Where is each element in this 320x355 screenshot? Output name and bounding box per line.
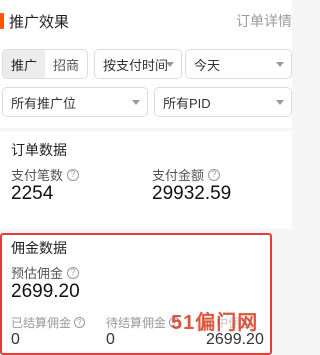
promo-position-select[interactable]: 所有推广位 bbox=[2, 87, 148, 117]
pending-commission-label: 待结算佣金 ? bbox=[106, 314, 181, 331]
settled-commission-label-text: 已结算佣金 bbox=[11, 316, 72, 330]
segment-merchant[interactable]: 招商 bbox=[45, 50, 87, 78]
pay-amount-label: 支付金额 ? bbox=[152, 165, 221, 184]
order-data-title: 订单数据 bbox=[11, 142, 67, 158]
caret-down-icon bbox=[276, 62, 284, 67]
type-segmented-control: 推广 招商 bbox=[2, 49, 88, 79]
pending-commission-label-text: 待结算佣金 bbox=[106, 316, 167, 330]
date-range-select[interactable]: 今天 bbox=[185, 49, 292, 79]
segment-promotion[interactable]: 推广 bbox=[3, 50, 45, 78]
help-icon[interactable]: ? bbox=[74, 317, 86, 328]
commission-data-title: 佣金数据 bbox=[11, 240, 67, 256]
accent-bar bbox=[0, 13, 4, 29]
order-details-link[interactable]: 订单详情 bbox=[236, 11, 292, 31]
pay-count-label-text: 支付笔数 bbox=[11, 168, 64, 183]
help-icon[interactable]: ? bbox=[67, 266, 80, 279]
pid-label: 所有PID bbox=[163, 95, 211, 111]
pay-amount-label-text: 支付金额 bbox=[152, 168, 205, 183]
pay-amount-value: 29932.59 bbox=[152, 183, 232, 204]
pay-count-value: 2254 bbox=[11, 183, 54, 204]
filter-card: 推广效果 订单详情 推广 招商 按支付时间 今天 所有推广位 所有PID bbox=[0, 0, 292, 128]
pay-time-label: 按支付时间 bbox=[103, 57, 169, 73]
estimated-commission-value: 2699.20 bbox=[11, 281, 80, 302]
estimated-commission-label: 预估佣金 ? bbox=[11, 263, 80, 282]
promo-position-label: 所有推广位 bbox=[11, 95, 77, 111]
watermark: 51偏门网 bbox=[171, 312, 259, 334]
caret-down-icon bbox=[166, 62, 174, 67]
pending-commission-value: 0 bbox=[106, 331, 115, 348]
settled-commission-value: 0 bbox=[11, 331, 20, 348]
caret-down-icon bbox=[276, 100, 284, 105]
help-icon[interactable]: ? bbox=[208, 168, 221, 181]
header: 推广效果 订单详情 bbox=[0, 0, 292, 42]
order-data-card: 订单数据 支付笔数 ? 2254 支付金额 ? 29932.59 bbox=[0, 131, 292, 229]
pay-time-select[interactable]: 按支付时间 bbox=[94, 49, 182, 79]
caret-down-icon bbox=[132, 100, 140, 105]
commission-data-card: 佣金数据 预估佣金 ? 2699.20 已结算佣金 ? 0 待结算佣金 ? 0 … bbox=[0, 233, 272, 355]
pid-select[interactable]: 所有PID bbox=[154, 87, 292, 117]
settled-commission-label: 已结算佣金 ? bbox=[11, 314, 86, 331]
date-range-label: 今天 bbox=[194, 57, 221, 73]
page-title: 推广效果 bbox=[9, 14, 70, 31]
help-icon[interactable]: ? bbox=[67, 168, 80, 181]
pay-count-label: 支付笔数 ? bbox=[11, 165, 80, 184]
estimated-commission-label-text: 预估佣金 bbox=[11, 266, 64, 281]
